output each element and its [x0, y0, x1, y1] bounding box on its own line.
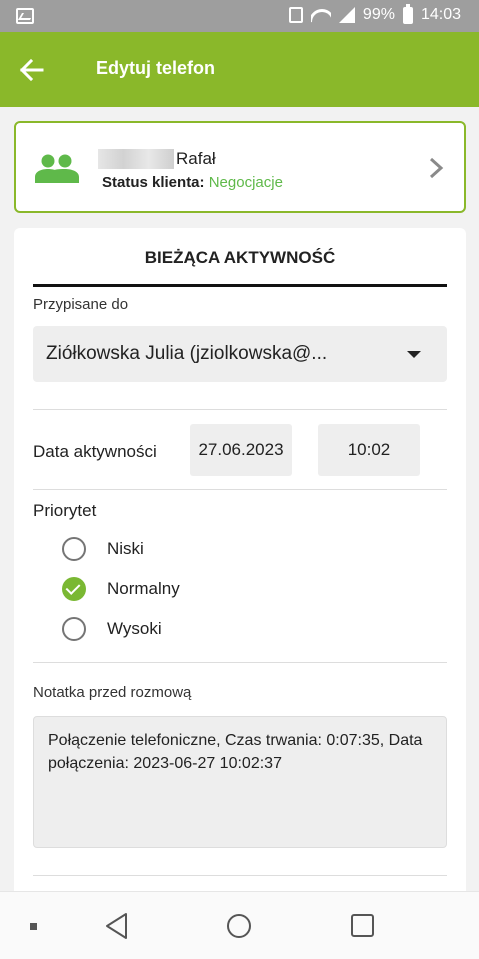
- assigned-value: Ziółkowska Julia (jziolkowska@...: [46, 343, 328, 364]
- divider: [33, 489, 447, 490]
- nav-back-button[interactable]: [104, 912, 130, 940]
- assigned-select[interactable]: Ziółkowska Julia (jziolkowska@...: [33, 326, 447, 382]
- vibrate-icon: [288, 7, 303, 23]
- date-label: Data aktywności: [33, 442, 157, 461]
- priority-radio-normalny[interactable]: [62, 577, 86, 601]
- gallery-notification-icon: [16, 8, 34, 24]
- priority-option-label: Wysoki: [107, 619, 162, 638]
- app-bar: Edytuj telefon: [0, 32, 479, 107]
- nav-recents-button[interactable]: [351, 914, 374, 937]
- status-bar: 99% 14:03: [0, 0, 479, 32]
- priority-label: Priorytet: [33, 501, 97, 520]
- battery-percent: 99%: [362, 6, 395, 23]
- client-status: Status klienta: Negocjacje: [102, 174, 283, 191]
- divider: [33, 409, 447, 410]
- time-field[interactable]: 10:02: [318, 424, 420, 476]
- client-name: Rafał: [176, 149, 216, 168]
- divider: [33, 662, 447, 663]
- battery-icon: [402, 3, 413, 24]
- back-button[interactable]: [18, 58, 44, 82]
- client-status-label: Status klienta:: [102, 174, 205, 191]
- note-label: Notatka przed rozmową: [33, 684, 192, 701]
- section-divider: [33, 284, 447, 287]
- status-bar-indicators: 99% 14:03: [288, 3, 461, 24]
- client-card[interactable]: Rafał Status klienta: Negocjacje: [14, 121, 466, 213]
- date-field[interactable]: 27.06.2023: [190, 424, 292, 476]
- redacted-surname: [98, 149, 174, 169]
- priority-option-label: Niski: [107, 539, 144, 558]
- signal-icon: [338, 7, 355, 23]
- section-title: BIEŻĄCA AKTYWNOŚĆ: [144, 248, 336, 267]
- chevron-right-icon: [428, 157, 444, 179]
- activity-panel: BIEŻĄCA AKTYWNOŚĆ Przypisane do Ziółkows…: [14, 228, 466, 908]
- nav-home-button[interactable]: [227, 914, 251, 938]
- arrow-left-icon: [19, 58, 44, 82]
- clock: 14:03: [420, 6, 461, 23]
- page-title: Edytuj telefon: [96, 58, 216, 78]
- caret-down-icon: [407, 351, 421, 358]
- people-icon: [34, 153, 80, 183]
- divider: [33, 875, 447, 876]
- assigned-label: Przypisane do: [33, 296, 129, 313]
- priority-option-label: Normalny: [107, 579, 180, 598]
- system-nav-bar: [0, 891, 479, 959]
- priority-radio-niski[interactable]: [62, 537, 86, 561]
- note-textarea[interactable]: Połączenie telefoniczne, Czas trwania: 0…: [33, 716, 447, 848]
- triangle-back-icon: [106, 913, 127, 939]
- nav-menu-dot-icon[interactable]: [30, 923, 37, 930]
- client-status-value: Negocjacje: [208, 174, 283, 191]
- priority-radio-wysoki[interactable]: [62, 617, 86, 641]
- wifi-icon: [311, 7, 331, 23]
